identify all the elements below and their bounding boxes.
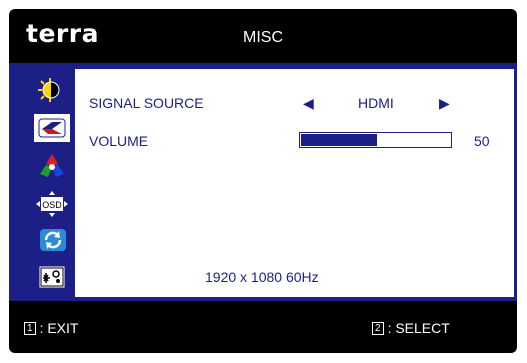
select-label: : SELECT: [387, 320, 450, 336]
brightness-icon: [38, 78, 60, 102]
menu-title: MISC: [243, 29, 283, 46]
osd-settings-icon: OSD: [36, 191, 68, 217]
misc-icon: [38, 265, 66, 289]
volume-slider[interactable]: [299, 132, 452, 148]
exit-label: : EXIT: [39, 320, 79, 336]
sidebar-item-misc[interactable]: [34, 263, 70, 291]
signal-source-prev-arrow[interactable]: ◀: [303, 94, 314, 112]
osd-icon-text: OSD: [42, 200, 62, 210]
resolution-status: 1920 x 1080 60Hz: [205, 269, 319, 285]
sidebar-item-image[interactable]: [34, 114, 70, 142]
color-icon: [40, 154, 64, 177]
signal-source-value[interactable]: HDMI: [358, 94, 394, 112]
signal-source-label: SIGNAL SOURCE: [89, 95, 204, 111]
exit-key[interactable]: 1: EXIT: [24, 319, 78, 337]
sidebar: OSD: [9, 63, 75, 301]
volume-label: VOLUME: [89, 133, 149, 149]
sidebar-item-osd[interactable]: OSD: [34, 190, 70, 218]
key-2-icon: 2: [372, 322, 384, 335]
image-settings-icon: [38, 118, 66, 138]
sidebar-item-reset[interactable]: [34, 226, 70, 254]
volume-slider-fill: [301, 134, 377, 146]
volume-value: 50: [474, 133, 490, 149]
brand-logo: terra: [26, 19, 99, 48]
select-key[interactable]: 2: SELECT: [372, 319, 450, 337]
sidebar-item-brightness[interactable]: [34, 76, 70, 104]
sidebar-item-color[interactable]: [34, 152, 70, 180]
key-1-icon: 1: [24, 322, 36, 335]
reset-icon: [40, 229, 66, 251]
signal-source-next-arrow[interactable]: ▶: [439, 94, 450, 112]
